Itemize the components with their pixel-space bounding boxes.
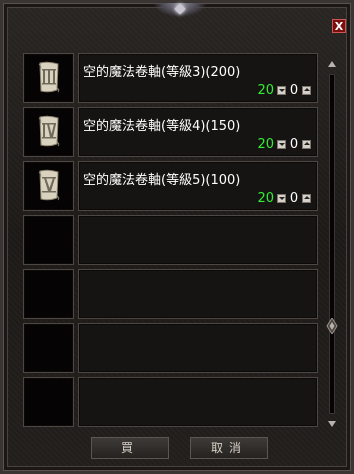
scroll-down-icon[interactable] (326, 418, 338, 430)
item-slot[interactable] (23, 161, 74, 211)
item-name: 空的魔法卷軸(等級5)(100) (83, 173, 241, 188)
max-quantity: 20 (257, 136, 274, 152)
scroll-thumb[interactable] (326, 318, 338, 334)
item-slot (23, 215, 74, 265)
item-list: 空的魔法卷軸(等級3)(200) 20 0 空的魔法卷軸(等級4)(150) 2… (23, 53, 318, 431)
list-item[interactable]: 空的魔法卷軸(等級5)(100) 20 0 (23, 161, 318, 211)
max-quantity: 20 (257, 190, 274, 206)
action-bar: 買 取消 (3, 437, 354, 461)
empty-row (23, 377, 318, 427)
quantity-value: 0 (289, 190, 299, 206)
top-ornament (153, 3, 207, 17)
scroll-up-icon[interactable] (326, 58, 338, 70)
item-info[interactable]: 空的魔法卷軸(等級5)(100) 20 0 (78, 161, 318, 211)
cancel-button[interactable]: 取消 (190, 437, 268, 459)
scroll-track[interactable] (329, 74, 335, 414)
item-slot (23, 377, 74, 427)
quantity-stepper: 20 0 (257, 190, 311, 206)
quantity-stepper: 20 0 (257, 136, 311, 152)
item-info[interactable]: 空的魔法卷軸(等級3)(200) 20 0 (78, 53, 318, 103)
item-name: 空的魔法卷軸(等級4)(150) (83, 119, 241, 134)
item-slot (23, 269, 74, 319)
item-info[interactable]: 空的魔法卷軸(等級4)(150) 20 0 (78, 107, 318, 157)
increase-button[interactable] (302, 139, 311, 149)
item-name: 空的魔法卷軸(等級3)(200) (83, 65, 241, 80)
item-info (78, 377, 318, 427)
buy-button[interactable]: 買 (91, 437, 169, 459)
shop-window: X 空的魔法卷軸(等級3)(200) 20 0 空的魔法卷軸(等級4)(150)… (0, 0, 354, 474)
scroll-level-4-icon (38, 115, 60, 147)
close-button[interactable]: X (332, 19, 346, 33)
increase-button[interactable] (302, 85, 311, 95)
item-info (78, 323, 318, 373)
item-slot[interactable] (23, 107, 74, 157)
list-item[interactable]: 空的魔法卷軸(等級4)(150) 20 0 (23, 107, 318, 157)
max-quantity: 20 (257, 82, 274, 98)
item-slot (23, 323, 74, 373)
decrease-button[interactable] (277, 193, 286, 203)
empty-row (23, 269, 318, 319)
list-item[interactable]: 空的魔法卷軸(等級3)(200) 20 0 (23, 53, 318, 103)
scrollbar[interactable] (326, 58, 338, 430)
quantity-value: 0 (289, 82, 299, 98)
item-info (78, 215, 318, 265)
quantity-value: 0 (289, 136, 299, 152)
scroll-level-5-icon (38, 169, 60, 201)
decrease-button[interactable] (277, 139, 286, 149)
empty-row (23, 323, 318, 373)
empty-row (23, 215, 318, 265)
item-slot[interactable] (23, 53, 74, 103)
item-info (78, 269, 318, 319)
quantity-stepper: 20 0 (257, 82, 311, 98)
increase-button[interactable] (302, 193, 311, 203)
decrease-button[interactable] (277, 85, 286, 95)
scroll-level-3-icon (38, 61, 60, 93)
